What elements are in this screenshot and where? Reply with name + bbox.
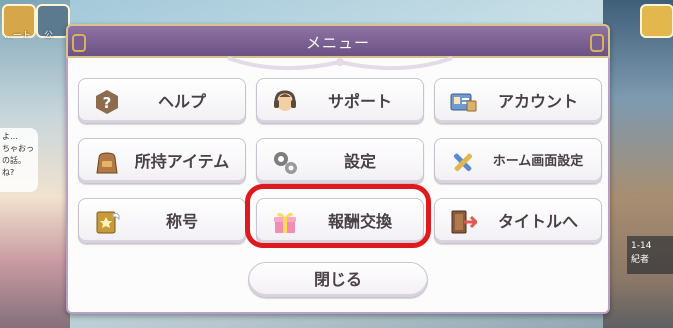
brush-icon	[453, 153, 473, 172]
settings-button[interactable]: 設定	[256, 138, 424, 184]
title-badge-icon	[96, 211, 120, 234]
help-button[interactable]: ? ヘルプ	[78, 78, 246, 124]
ornament-corner-icon	[590, 34, 604, 52]
menu-title: メニュー	[305, 34, 370, 52]
highlight-outline	[245, 184, 431, 248]
help-label: ヘルプ	[157, 92, 206, 111]
chat-line: よ…	[2, 132, 18, 141]
account-button[interactable]: アカウント	[434, 78, 602, 124]
background-label: 公	[44, 31, 54, 41]
settings-label: 設定	[343, 152, 376, 171]
menu-dialog-header: メニュー	[66, 24, 610, 58]
exit-door-icon	[451, 210, 477, 234]
question-icon: ?	[96, 90, 118, 114]
items-label: 所持アイテム	[134, 152, 230, 171]
support-label: サポート	[327, 92, 392, 111]
title-label: 称号	[165, 212, 198, 231]
background-info-panel: 1-14 紀者	[627, 236, 673, 274]
return-to-title-button[interactable]: タイトルへ	[434, 198, 602, 244]
headset-icon	[274, 90, 296, 111]
bag-icon	[96, 152, 118, 174]
home-screen-settings-label: ホーム画面設定	[492, 154, 584, 169]
account-card-icon	[450, 93, 477, 112]
info-line: 1-14	[631, 241, 652, 251]
svg-text:?: ?	[103, 94, 112, 112]
return-to-title-label: タイトルへ	[497, 212, 578, 231]
background-label: …ート	[4, 31, 32, 41]
info-line: 紀者	[631, 255, 650, 265]
items-button[interactable]: 所持アイテム	[78, 138, 246, 184]
title-button[interactable]: 称号	[78, 198, 246, 244]
chat-line: ね?	[2, 168, 15, 177]
background-scene-right	[603, 0, 673, 328]
close-button[interactable]: 閉じる	[248, 262, 428, 298]
ornament-corner-icon	[72, 34, 86, 52]
support-button[interactable]: サポート	[256, 78, 424, 124]
gears-icon	[274, 152, 297, 174]
chat-line: ちゃおっ	[2, 144, 34, 153]
home-screen-settings-button[interactable]: ホーム画面設定	[434, 138, 602, 184]
account-label: アカウント	[497, 92, 578, 111]
chat-line: の話。	[2, 156, 26, 165]
ornament-scroll-icon	[227, 56, 453, 71]
background-menu-icon	[640, 4, 673, 38]
background-chat-bubble: よ… ちゃおっ の話。 ね?	[0, 128, 38, 192]
